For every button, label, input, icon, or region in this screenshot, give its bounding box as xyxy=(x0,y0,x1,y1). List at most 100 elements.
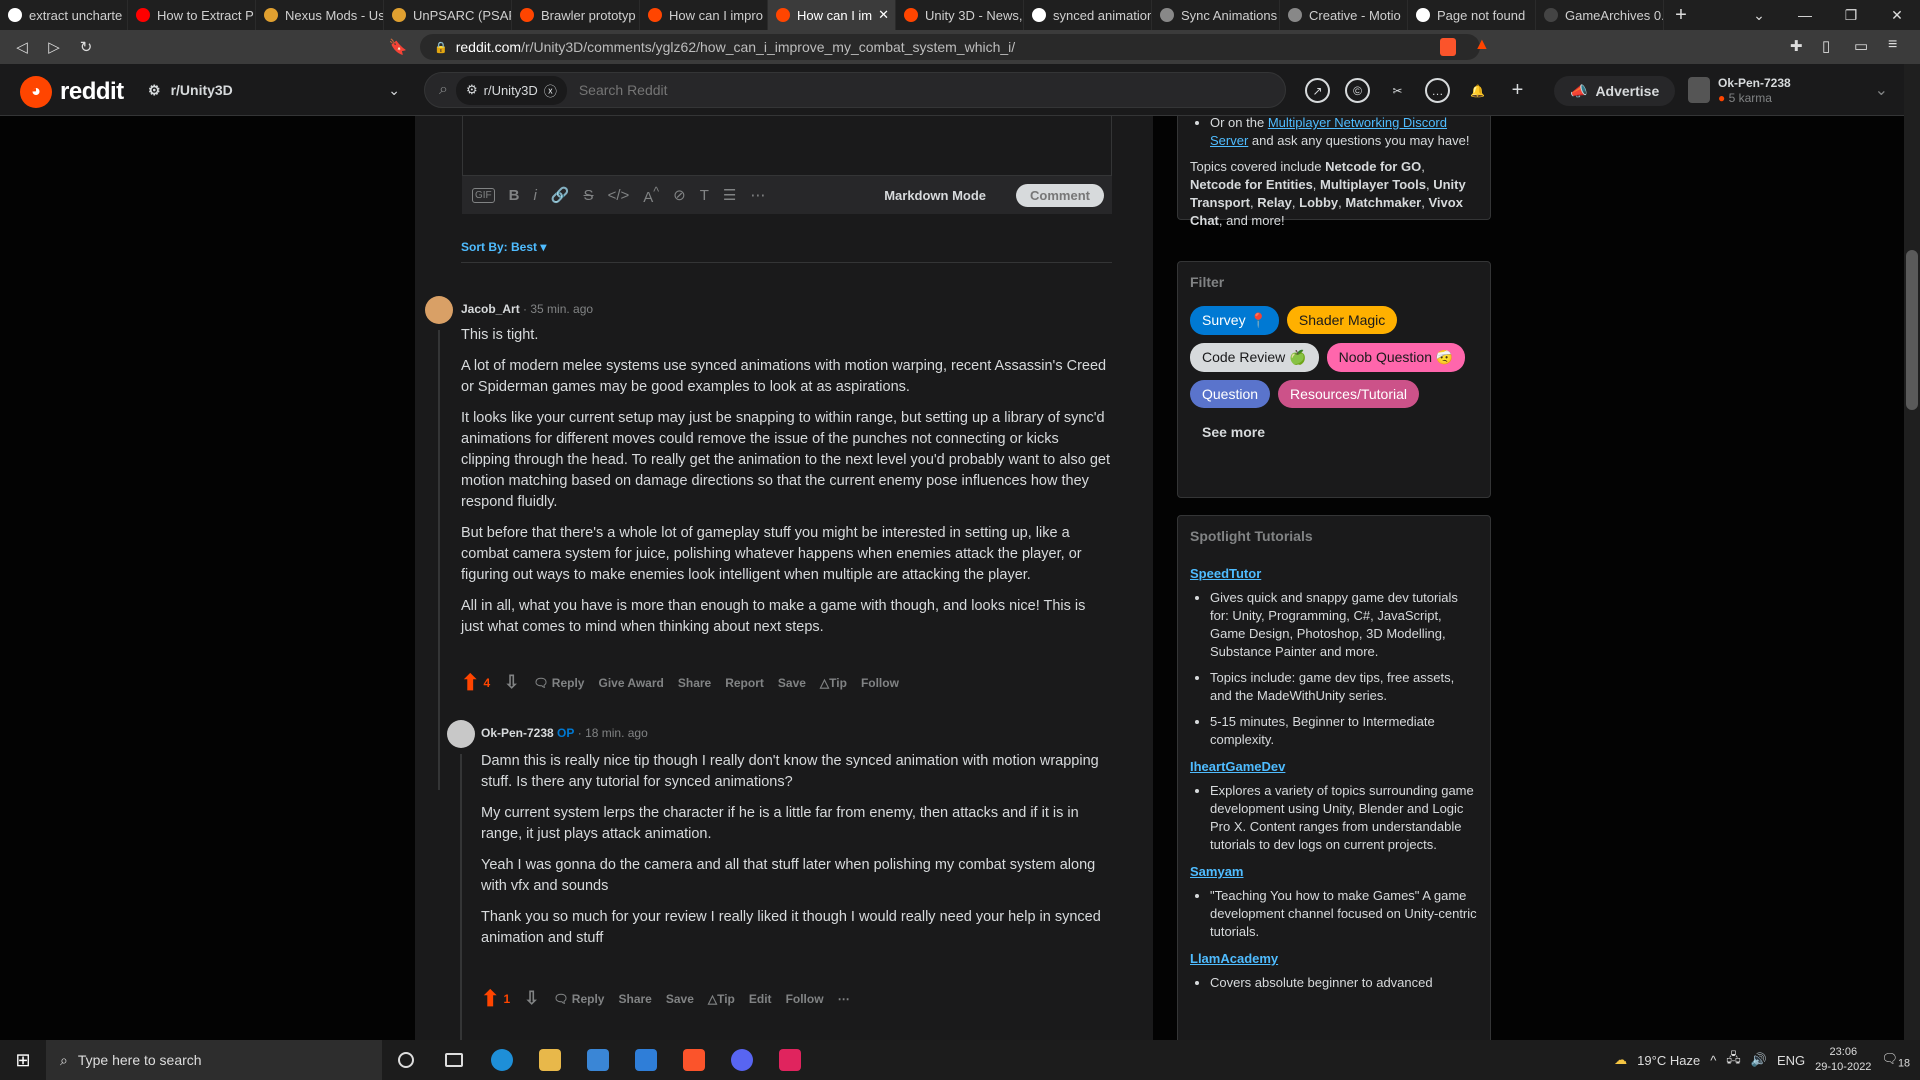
minimize-button[interactable]: — xyxy=(1782,0,1828,30)
clear-chip-icon[interactable]: ⓧ xyxy=(544,81,557,100)
spoiler-icon[interactable]: ⊘ xyxy=(673,186,686,204)
avatar[interactable] xyxy=(447,720,475,748)
comment-textarea[interactable] xyxy=(462,116,1112,176)
back-icon[interactable]: ◁ xyxy=(6,38,38,56)
chat-icon[interactable]: … xyxy=(1425,78,1450,103)
browser-tab[interactable]: GameArchives 0. xyxy=(1536,0,1664,30)
comment-time[interactable]: 18 min. ago xyxy=(585,726,648,740)
browser-tab[interactable]: Sync Animations xyxy=(1152,0,1280,30)
comment-time[interactable]: 35 min. ago xyxy=(530,302,593,316)
bold-icon[interactable]: B xyxy=(509,187,520,204)
share-button[interactable]: Share xyxy=(618,992,651,1006)
thread-line[interactable] xyxy=(460,754,462,1040)
gif-icon[interactable]: GIF xyxy=(472,187,495,203)
report-button[interactable]: Report xyxy=(725,676,764,690)
reddit-logo[interactable]: ◕ reddit xyxy=(20,76,124,108)
search-bar[interactable]: ⌕ ⚙ r/Unity3D ⓧ xyxy=(424,72,1286,108)
mod-icon[interactable]: ✂ xyxy=(1385,78,1410,103)
browser-tab[interactable]: How to Extract P xyxy=(128,0,256,30)
wallet-icon[interactable]: ▭ xyxy=(1854,37,1868,55)
comment-author[interactable]: Jacob_Art xyxy=(461,302,520,316)
close-window-button[interactable]: ✕ xyxy=(1874,0,1920,30)
brave-shield-icon[interactable] xyxy=(1440,38,1456,56)
strikethrough-icon[interactable]: S xyxy=(584,187,594,204)
brave-rewards-icon[interactable]: ▲ xyxy=(1474,36,1490,54)
thread-line[interactable] xyxy=(438,330,440,790)
list-icon[interactable]: ☰ xyxy=(723,186,736,204)
user-menu[interactable]: Ok-Pen-7238 ● 5 karma ⌄ xyxy=(1688,72,1888,108)
tutorial-link[interactable]: LlamAcademy xyxy=(1190,951,1490,966)
weather-icon[interactable]: ☁ xyxy=(1614,1052,1627,1068)
extensions-icon[interactable]: ✚ xyxy=(1790,37,1803,55)
close-tab-icon[interactable]: ✕ xyxy=(878,7,889,23)
give-award-button[interactable]: Give Award xyxy=(598,676,663,690)
more-options-icon[interactable]: ⋯ xyxy=(838,992,850,1006)
flair-filter[interactable]: Shader Magic xyxy=(1286,306,1398,334)
tutorial-link[interactable]: IheartGameDev xyxy=(1190,759,1490,774)
edit-button[interactable]: Edit xyxy=(749,992,772,1006)
flair-filter[interactable]: Code Review 🍏 xyxy=(1190,343,1319,372)
avatar[interactable] xyxy=(425,296,453,324)
notification-icon[interactable]: 🗨18 xyxy=(1881,1051,1910,1070)
edge-icon[interactable] xyxy=(478,1040,526,1080)
upvote-icon[interactable]: ⬆ xyxy=(481,987,499,1009)
browser-tab[interactable]: synced animation xyxy=(1024,0,1152,30)
clock[interactable]: 23:06 29-10-2022 xyxy=(1815,1045,1871,1075)
share-button[interactable]: Share xyxy=(678,676,711,690)
search-input[interactable] xyxy=(578,82,1179,98)
reply-button[interactable]: 🗨 Reply xyxy=(553,992,604,1006)
comment-author[interactable]: Ok-Pen-7238 xyxy=(481,726,554,740)
app-icon[interactable] xyxy=(766,1040,814,1080)
see-more-button[interactable]: See more xyxy=(1178,412,1490,440)
flair-filter[interactable]: Resources/Tutorial xyxy=(1278,380,1420,408)
search-community-chip[interactable]: ⚙ r/Unity3D ⓧ xyxy=(455,75,567,105)
coins-icon[interactable]: © xyxy=(1345,78,1370,103)
browser-tab[interactable]: extract uncharte xyxy=(0,0,128,30)
page-scrollbar[interactable] xyxy=(1904,64,1920,1040)
sidebar-icon[interactable]: ▯ xyxy=(1822,37,1830,55)
bookmark-icon[interactable]: 🔖 xyxy=(382,38,414,56)
browser-tab[interactable]: Nexus Mods - Us xyxy=(256,0,384,30)
markdown-mode-button[interactable]: Markdown Mode xyxy=(884,188,986,203)
weather-text[interactable]: 19°C Haze xyxy=(1637,1053,1700,1068)
tab-search-icon[interactable]: ⌄ xyxy=(1736,0,1782,30)
reload-icon[interactable]: ↻ xyxy=(70,38,102,56)
link-icon[interactable]: 🔗 xyxy=(551,186,570,204)
browser-tab[interactable]: UnPSARC (PSARC xyxy=(384,0,512,30)
comment-button[interactable]: Comment xyxy=(1016,183,1104,207)
discord-icon[interactable] xyxy=(718,1040,766,1080)
tutorial-link[interactable]: SpeedTutor xyxy=(1190,566,1490,581)
file-explorer-icon[interactable] xyxy=(526,1040,574,1080)
browser-tab[interactable]: Creative - Motio xyxy=(1280,0,1408,30)
browser-tab[interactable]: Page not found xyxy=(1408,0,1536,30)
notification-bell-icon[interactable]: 🔔 xyxy=(1465,78,1490,103)
tray-chevron-icon[interactable]: ^ xyxy=(1710,1053,1716,1068)
browser-tab[interactable]: How can I impro xyxy=(640,0,768,30)
lang-indicator[interactable]: ENG xyxy=(1777,1053,1805,1068)
downvote-icon[interactable]: ⇩ xyxy=(504,672,519,693)
url-field[interactable]: 🔒 reddit.com/r/Unity3D/comments/yglz62/h… xyxy=(420,34,1480,60)
cortana-icon[interactable] xyxy=(382,1040,430,1080)
heading-icon[interactable]: T xyxy=(700,187,709,204)
create-post-icon[interactable]: + xyxy=(1505,78,1530,103)
volume-icon[interactable]: 🔊 xyxy=(1751,1052,1767,1068)
flair-filter[interactable]: Survey 📍 xyxy=(1190,306,1279,335)
windows-start-icon[interactable]: ⊞ xyxy=(0,1050,46,1071)
save-button[interactable]: Save xyxy=(778,676,806,690)
flair-filter[interactable]: Question xyxy=(1190,380,1271,408)
task-view-icon[interactable] xyxy=(430,1040,478,1080)
browser-tab[interactable]: Unity 3D - News, xyxy=(896,0,1024,30)
brave-icon[interactable] xyxy=(670,1040,718,1080)
restore-button[interactable]: ❐ xyxy=(1828,0,1874,30)
code-icon[interactable]: </> xyxy=(608,187,630,204)
browser-tab[interactable]: How can I im ✕ xyxy=(768,0,896,30)
tip-button[interactable]: △Tip xyxy=(708,992,735,1006)
save-button[interactable]: Save xyxy=(666,992,694,1006)
follow-button[interactable]: Follow xyxy=(861,676,899,690)
italic-icon[interactable]: i xyxy=(534,187,537,204)
taskbar-search[interactable]: ⌕ Type here to search xyxy=(46,1040,382,1080)
community-selector[interactable]: ⚙ r/Unity3D ⌄ xyxy=(148,74,400,106)
tutorial-link[interactable]: Samyam xyxy=(1190,864,1490,879)
network-icon[interactable]: 🖧 xyxy=(1726,1049,1741,1071)
follow-button[interactable]: Follow xyxy=(786,992,824,1006)
